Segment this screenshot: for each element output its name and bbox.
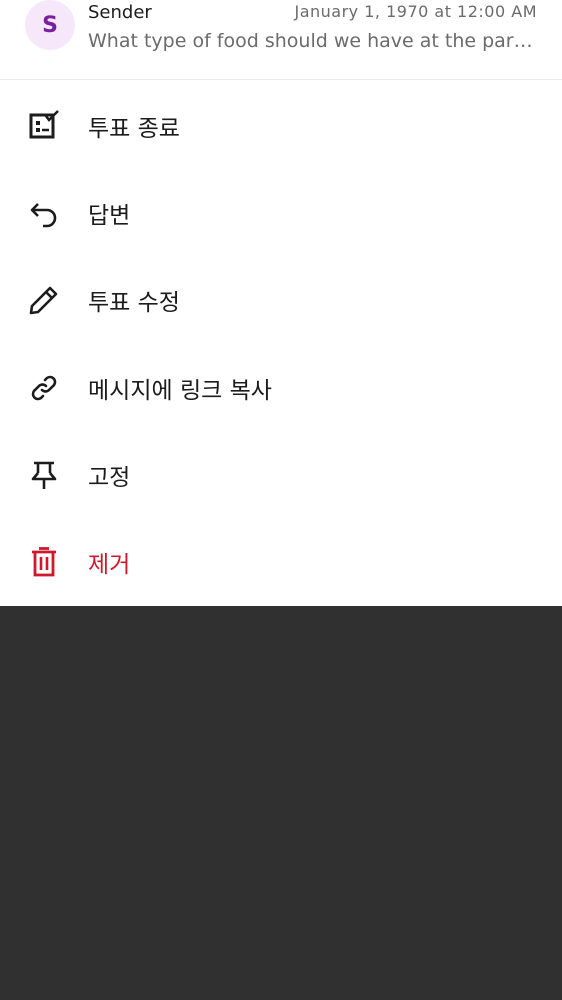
- menu-item-pin[interactable]: 고정: [0, 431, 562, 518]
- menu-item-edit-poll[interactable]: 투표 수정: [0, 256, 562, 343]
- link-icon: [31, 375, 57, 400]
- reply-icon: [30, 202, 57, 227]
- avatar-letter: S: [42, 12, 58, 38]
- trash-icon: [32, 546, 56, 576]
- menu-item-delete[interactable]: 제거: [0, 518, 562, 605]
- message-timestamp: January 1, 1970 at 12:00 AM: [294, 2, 537, 21]
- menu-label-reply: 답변: [88, 202, 131, 229]
- avatar: S: [25, 0, 75, 50]
- sender-name: Sender: [88, 2, 152, 23]
- scrim[interactable]: [0, 606, 562, 1000]
- menu-item-end-poll[interactable]: 투표 종료: [0, 82, 562, 169]
- menu-label-copy-link: 메시지에 링크 복사: [88, 377, 272, 404]
- message-header: S Sender January 1, 1970 at 12:00 AM Wha…: [0, 0, 562, 80]
- menu-item-copy-link[interactable]: 메시지에 링크 복사: [0, 344, 562, 431]
- menu-label-delete: 제거: [88, 551, 131, 578]
- message-action-sheet: S Sender January 1, 1970 at 12:00 AM Wha…: [0, 0, 562, 606]
- menu-label-edit-poll: 투표 수정: [88, 289, 180, 316]
- menu-label-end-poll: 투표 종료: [88, 115, 180, 142]
- menu-label-pin: 고정: [88, 464, 131, 491]
- poll-end-icon: [29, 109, 59, 138]
- pencil-icon: [29, 286, 58, 314]
- message-preview: What type of food should we have at the …: [88, 30, 538, 52]
- pin-icon: [31, 461, 57, 489]
- menu-item-reply[interactable]: 답변: [0, 169, 562, 256]
